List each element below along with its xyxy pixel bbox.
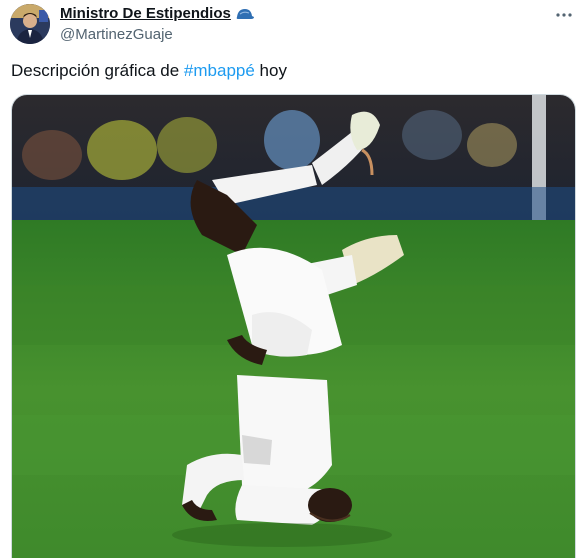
- author-avatar[interactable]: [10, 4, 50, 44]
- blue-cap-icon: [236, 8, 254, 19]
- tweet-media-photo[interactable]: [11, 94, 576, 558]
- author-handle[interactable]: @MartinezGuaje: [60, 26, 173, 43]
- avatar-portrait-icon: [10, 4, 50, 44]
- author-name-row: Ministro De Estipendios: [60, 5, 255, 22]
- tweet-text: Descripción gráfica de #mbappé hoy: [11, 61, 287, 81]
- tweet-card[interactable]: Ministro De Estipendios @MartinezGuaje D…: [0, 0, 587, 558]
- author-display-name[interactable]: Ministro De Estipendios: [60, 5, 231, 22]
- tweet-text-start: Descripción gráfica de: [11, 61, 184, 80]
- more-options-icon[interactable]: [555, 6, 573, 24]
- soccer-player-headstand-photo: [12, 95, 575, 558]
- tweet-text-end: hoy: [254, 61, 287, 80]
- hashtag-link[interactable]: #mbappé: [184, 61, 255, 80]
